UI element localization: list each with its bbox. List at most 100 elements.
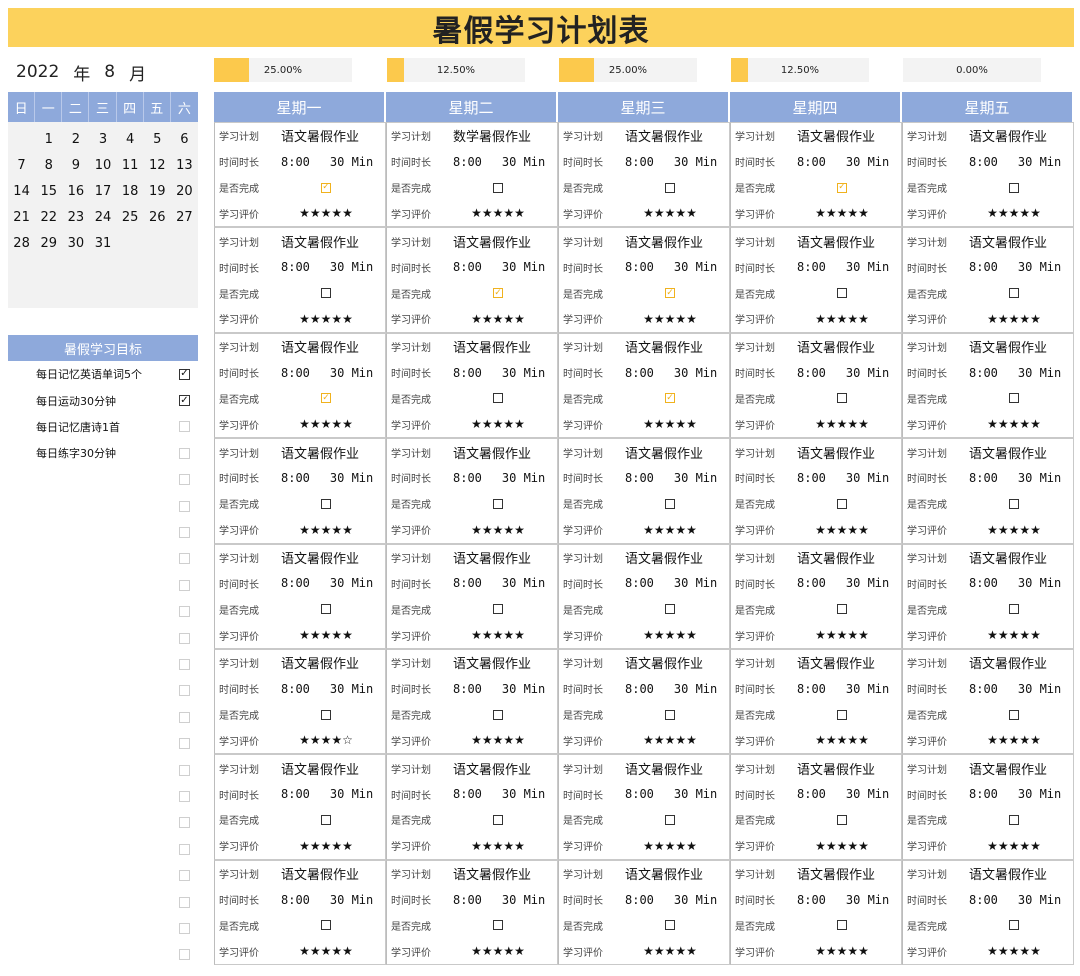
done-checkbox[interactable] (321, 814, 331, 825)
start-time[interactable]: 8:00 (625, 366, 654, 380)
start-time[interactable]: 8:00 (797, 787, 826, 801)
duration-value[interactable]: 30 Min (330, 366, 373, 380)
duration-value[interactable]: 30 Min (330, 471, 373, 485)
duration-value[interactable]: 30 Min (330, 576, 373, 590)
start-time[interactable]: 8:00 (453, 155, 482, 169)
start-time[interactable]: 8:00 (797, 576, 826, 590)
done-checkbox[interactable] (1009, 709, 1019, 720)
start-time[interactable]: 8:00 (453, 576, 482, 590)
goal-checkbox[interactable] (179, 817, 190, 829)
star-rating[interactable]: ★★★★★ (625, 523, 715, 537)
star-rating[interactable]: ★★★★★ (797, 417, 887, 431)
task-name[interactable]: 语文暑假作业 (281, 443, 359, 462)
goal-checkbox[interactable] (179, 606, 190, 618)
task-name[interactable]: 语文暑假作业 (453, 653, 531, 672)
task-name[interactable]: 语文暑假作业 (969, 759, 1047, 778)
star-rating[interactable]: ★★★★★ (797, 206, 887, 220)
duration-value[interactable]: 30 Min (1018, 893, 1061, 907)
goal-checkbox[interactable] (179, 922, 190, 934)
start-time[interactable]: 8:00 (281, 366, 310, 380)
duration-value[interactable]: 30 Min (502, 471, 545, 485)
start-time[interactable]: 8:00 (969, 682, 998, 696)
goal-checkbox[interactable] (179, 500, 190, 512)
star-rating[interactable]: ★★★★★ (797, 312, 887, 326)
duration-value[interactable]: 30 Min (1018, 576, 1061, 590)
duration-value[interactable]: 30 Min (1018, 366, 1061, 380)
star-rating[interactable]: ★★★★★ (453, 944, 543, 958)
start-time[interactable]: 8:00 (453, 471, 482, 485)
duration-value[interactable]: 30 Min (674, 576, 717, 590)
star-rating[interactable]: ★★★★★ (625, 733, 715, 747)
calendar-day[interactable]: 28 (8, 230, 35, 256)
calendar-day[interactable]: 16 (62, 178, 89, 204)
task-name[interactable]: 语文暑假作业 (797, 548, 875, 567)
start-time[interactable]: 8:00 (969, 893, 998, 907)
task-name[interactable]: 语文暑假作业 (797, 653, 875, 672)
goal-checkbox[interactable]: ✓ (179, 395, 190, 407)
task-name[interactable]: 语文暑假作业 (797, 337, 875, 356)
start-time[interactable]: 8:00 (453, 682, 482, 696)
star-rating[interactable]: ★★★★★ (453, 312, 543, 326)
duration-value[interactable]: 30 Min (502, 787, 545, 801)
done-checkbox[interactable]: ✓ (665, 393, 675, 404)
calendar-day[interactable]: 4 (117, 126, 144, 152)
task-name[interactable]: 语文暑假作业 (797, 126, 875, 145)
task-name[interactable]: 语文暑假作业 (281, 232, 359, 251)
duration-value[interactable]: 30 Min (846, 893, 889, 907)
star-rating[interactable]: ★★★★★ (625, 417, 715, 431)
calendar-day[interactable]: 24 (89, 204, 116, 230)
calendar-day[interactable]: 22 (35, 204, 62, 230)
done-checkbox[interactable] (1009, 604, 1019, 615)
done-checkbox[interactable] (837, 604, 847, 615)
done-checkbox[interactable] (837, 498, 847, 509)
task-name[interactable]: 语文暑假作业 (969, 864, 1047, 883)
task-name[interactable]: 语文暑假作业 (453, 337, 531, 356)
start-time[interactable]: 8:00 (453, 260, 482, 274)
done-checkbox[interactable] (837, 393, 847, 404)
duration-value[interactable]: 30 Min (846, 787, 889, 801)
start-time[interactable]: 8:00 (281, 893, 310, 907)
goal-checkbox[interactable] (179, 790, 190, 802)
calendar-day[interactable]: 29 (35, 230, 62, 256)
duration-value[interactable]: 30 Min (674, 155, 717, 169)
done-checkbox[interactable] (493, 604, 503, 615)
calendar-day[interactable]: 27 (171, 204, 198, 230)
calendar-day[interactable]: 7 (8, 152, 35, 178)
done-checkbox[interactable] (493, 709, 503, 720)
task-name[interactable]: 语文暑假作业 (625, 126, 703, 145)
calendar-day[interactable]: 23 (62, 204, 89, 230)
star-rating[interactable]: ★★★★★ (797, 839, 887, 853)
task-name[interactable]: 语文暑假作业 (453, 232, 531, 251)
duration-value[interactable]: 30 Min (330, 682, 373, 696)
done-checkbox[interactable] (837, 709, 847, 720)
goal-checkbox[interactable] (179, 553, 190, 565)
duration-value[interactable]: 30 Min (674, 471, 717, 485)
task-name[interactable]: 语文暑假作业 (281, 864, 359, 883)
start-time[interactable]: 8:00 (453, 366, 482, 380)
goal-checkbox[interactable] (179, 474, 190, 486)
start-time[interactable]: 8:00 (969, 471, 998, 485)
duration-value[interactable]: 30 Min (846, 155, 889, 169)
calendar-day[interactable]: 30 (62, 230, 89, 256)
done-checkbox[interactable] (1009, 393, 1019, 404)
done-checkbox[interactable] (1009, 920, 1019, 931)
goal-checkbox[interactable] (179, 632, 190, 644)
star-rating[interactable]: ★★★★★ (969, 628, 1059, 642)
goal-checkbox[interactable] (179, 949, 190, 961)
task-name[interactable]: 语文暑假作业 (281, 548, 359, 567)
start-time[interactable]: 8:00 (625, 471, 654, 485)
duration-value[interactable]: 30 Min (502, 155, 545, 169)
goal-checkbox[interactable]: ✓ (179, 368, 190, 380)
duration-value[interactable]: 30 Min (674, 787, 717, 801)
task-name[interactable]: 语文暑假作业 (969, 126, 1047, 145)
calendar-day[interactable]: 9 (62, 152, 89, 178)
task-name[interactable]: 语文暑假作业 (969, 548, 1047, 567)
star-rating[interactable]: ★★★★★ (453, 206, 543, 220)
duration-value[interactable]: 30 Min (330, 893, 373, 907)
done-checkbox[interactable] (1009, 814, 1019, 825)
calendar-day[interactable]: 19 (144, 178, 171, 204)
task-name[interactable]: 语文暑假作业 (625, 337, 703, 356)
start-time[interactable]: 8:00 (797, 260, 826, 274)
star-rating[interactable]: ★★★★★ (969, 944, 1059, 958)
star-rating[interactable]: ★★★★★ (281, 628, 371, 642)
